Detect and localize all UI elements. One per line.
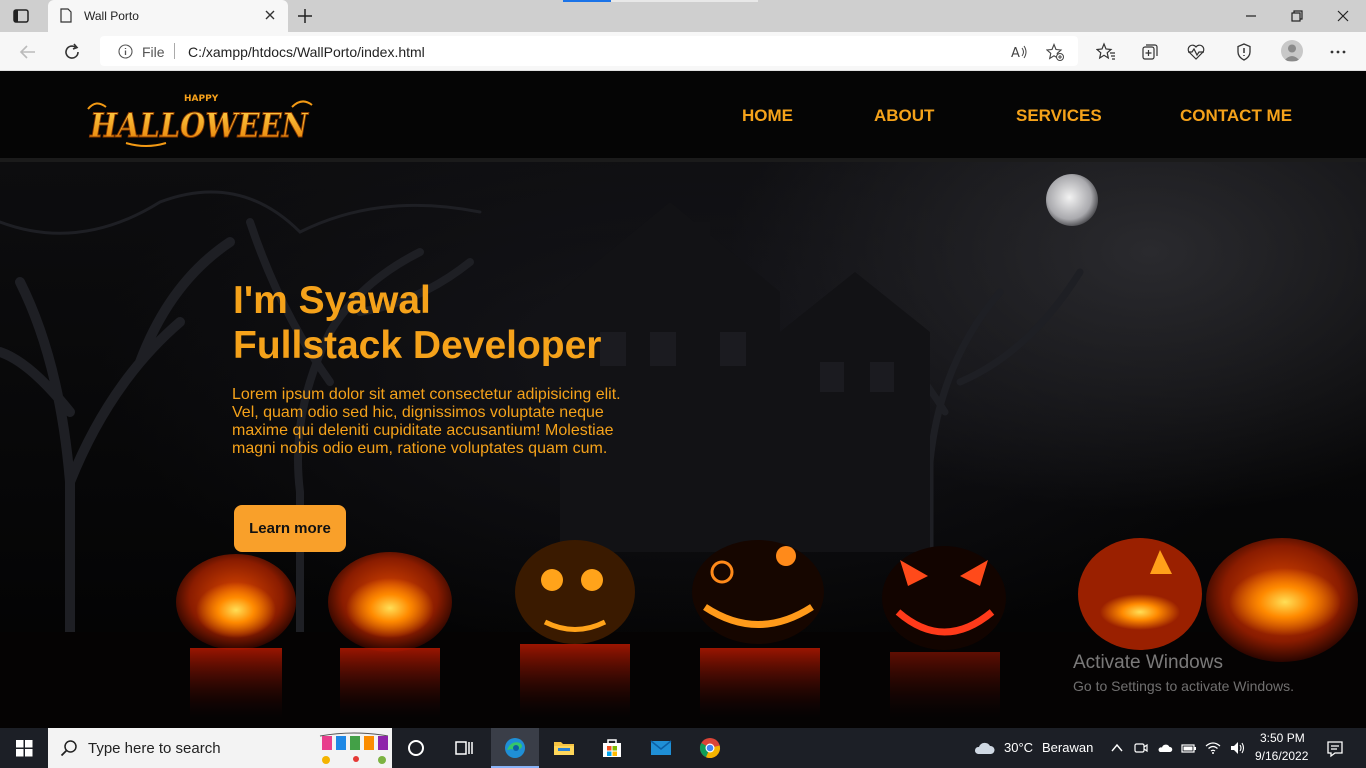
web-page: HAPPY HALLOWEEN HOME ABOUT SERVICES CONT…: [0, 71, 1366, 728]
tab-actions-icon[interactable]: [12, 7, 30, 25]
refresh-icon[interactable]: [62, 42, 82, 62]
clock-time[interactable]: 3:50 PM: [1260, 731, 1305, 745]
tab-title: Wall Porto: [84, 9, 139, 23]
svg-text:HALLOWEEN: HALLOWEEN: [89, 106, 309, 146]
nav-contact-link[interactable]: CONTACT ME: [1180, 106, 1292, 126]
tab-strip-highlight: [611, 0, 758, 2]
browser-essentials-icon[interactable]: [1186, 42, 1206, 62]
more-options-icon[interactable]: [1328, 42, 1348, 62]
chrome-icon: [699, 738, 721, 759]
page-icon: [60, 8, 72, 23]
cloud-weather-icon[interactable]: [972, 740, 996, 756]
cortana-icon: [408, 740, 424, 756]
new-tab-icon[interactable]: [296, 7, 314, 25]
halloween-background-image: [0, 174, 1366, 728]
volume-icon[interactable]: [1229, 740, 1245, 756]
search-placeholder: Type here to search: [88, 740, 221, 757]
start-button[interactable]: [0, 728, 48, 768]
weather-description[interactable]: Berawan: [1042, 740, 1093, 755]
hero-description: Lorem ipsum dolor sit amet consectetur a…: [232, 386, 621, 457]
svg-text:HAPPY: HAPPY: [184, 94, 219, 104]
collections-icon[interactable]: [1140, 42, 1160, 62]
cortana-button[interactable]: [392, 728, 440, 768]
folder-icon: [554, 742, 574, 755]
taskbar-chrome[interactable]: [686, 728, 734, 768]
search-highlight-illustration: [319, 732, 389, 764]
notifications-icon[interactable]: [1326, 740, 1344, 758]
wifi-icon[interactable]: [1205, 740, 1221, 756]
mail-icon: [650, 740, 672, 755]
tab-strip-accent: [563, 0, 611, 2]
activate-windows-watermark: Activate Windows Go to Settings to activ…: [1073, 652, 1294, 694]
browser-tab-bar: Wall Porto: [0, 0, 1366, 32]
nav-home-link[interactable]: HOME: [742, 106, 793, 126]
halloween-logo[interactable]: HAPPY HALLOWEEN: [86, 87, 314, 149]
taskbar-microsoft-store[interactable]: [588, 728, 636, 768]
learn-more-button[interactable]: Learn more: [234, 505, 346, 552]
read-aloud-icon[interactable]: A: [1010, 43, 1028, 61]
profile-avatar[interactable]: [1281, 40, 1303, 62]
edge-icon: [505, 738, 525, 758]
add-favorite-icon[interactable]: [1046, 43, 1064, 61]
address-toolbar: File C:/xampp/htdocs/WallPorto/index.htm…: [0, 32, 1366, 71]
url-scheme-label: File: [142, 44, 165, 60]
url-text[interactable]: C:/xampp/htdocs/WallPorto/index.html: [188, 44, 425, 60]
taskbar-mail[interactable]: [637, 728, 685, 768]
activate-windows-subtitle: Go to Settings to activate Windows.: [1073, 678, 1294, 694]
task-view-icon: [455, 741, 473, 755]
task-view-button[interactable]: [440, 728, 488, 768]
svg-text:A: A: [1011, 46, 1020, 61]
shield-icon[interactable]: [1234, 42, 1254, 62]
windows-logo-icon: [16, 740, 33, 757]
taskbar-edge[interactable]: [491, 728, 539, 768]
clock-date[interactable]: 9/16/2022: [1255, 749, 1308, 763]
chevron-up-icon[interactable]: [1109, 740, 1125, 756]
headline-line-1: I'm Syawal: [233, 279, 431, 322]
close-window-icon[interactable]: [1336, 9, 1350, 23]
store-icon: [603, 739, 621, 757]
back-arrow-icon[interactable]: [18, 42, 38, 62]
nav-services-link[interactable]: SERVICES: [1016, 106, 1102, 126]
favorites-icon[interactable]: [1096, 42, 1116, 62]
nav-about-link[interactable]: ABOUT: [874, 106, 934, 126]
search-icon: [60, 740, 77, 757]
minimize-icon[interactable]: [1244, 9, 1258, 23]
onedrive-icon[interactable]: [1157, 740, 1173, 756]
url-field[interactable]: File C:/xampp/htdocs/WallPorto/index.htm…: [100, 36, 1078, 66]
windows-taskbar: Type here to search 30°C Berawan 3:50 PM…: [0, 728, 1366, 768]
headline-line-2: Fullstack Developer: [233, 324, 602, 367]
battery-icon[interactable]: [1181, 740, 1197, 756]
taskbar-file-explorer[interactable]: [540, 728, 588, 768]
browser-tab[interactable]: Wall Porto: [48, 0, 288, 32]
site-navbar: HAPPY HALLOWEEN HOME ABOUT SERVICES CONT…: [0, 71, 1366, 162]
hero-headline: I'm Syawal Fullstack Developer: [233, 278, 601, 368]
weather-temperature[interactable]: 30°C: [1004, 740, 1033, 755]
person-icon: [1284, 44, 1300, 61]
restore-icon[interactable]: [1290, 9, 1304, 23]
meet-now-icon[interactable]: [1133, 740, 1149, 756]
hero-section: I'm Syawal Fullstack Developer Lorem ips…: [0, 162, 1366, 728]
url-divider: [174, 43, 175, 59]
info-icon[interactable]: [118, 44, 133, 59]
taskbar-search-box[interactable]: Type here to search: [48, 728, 392, 768]
close-tab-icon[interactable]: [264, 9, 276, 21]
activate-windows-title: Activate Windows: [1073, 652, 1223, 673]
